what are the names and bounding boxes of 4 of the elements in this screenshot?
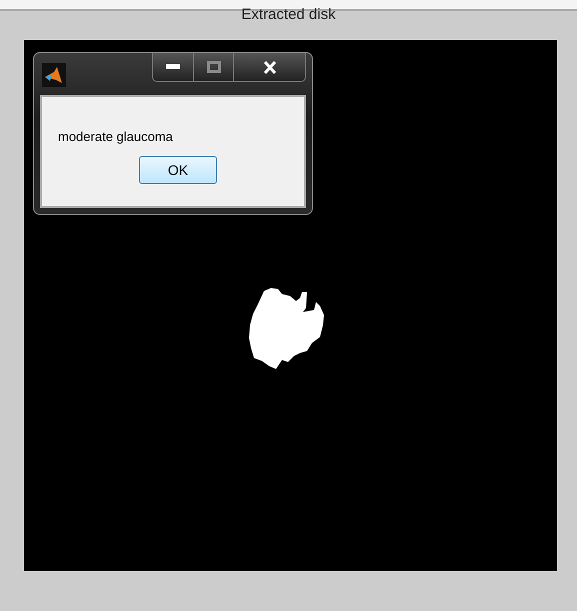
app-logo-icon (42, 63, 66, 87)
figure-title: Extracted disk (241, 7, 336, 23)
ok-button[interactable]: OK (139, 156, 217, 184)
message-text: moderate glaucoma (58, 129, 173, 144)
